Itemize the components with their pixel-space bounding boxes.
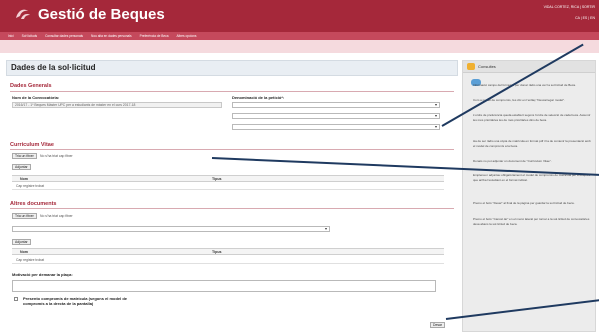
nav-item-personal-data[interactable]: Consultar dades personals: [45, 34, 83, 38]
cv-empty-text: Cap registre trobat: [16, 184, 45, 188]
docs-col-type: Tipus: [212, 250, 222, 254]
denomination-select-3[interactable]: [232, 124, 440, 130]
nav-item-new-personal-data[interactable]: Nou alta en dades personals: [91, 34, 132, 38]
commitment-label: Presento compromís de matrícula (segons …: [23, 296, 128, 307]
save-button[interactable]: Desar: [430, 322, 446, 328]
cv-col-name: Nom: [20, 177, 28, 181]
denomination-select-2[interactable]: [232, 113, 440, 119]
app-header: Gestió de Beques VIDAL CORTEZ, RICA | SO…: [0, 0, 599, 32]
cv-no-file-text: No s'ha triat cap fitxer: [40, 154, 73, 158]
app-title: Gestió de Beques: [38, 6, 165, 23]
section-divider: [10, 149, 454, 150]
call-field: 2016/17 - 1º Beques Màster UPC per a est…: [12, 102, 222, 108]
sidebar-tip: Premo el botó "Cancel·lar" en el menú la…: [473, 217, 590, 226]
section-title-cv: Curriculum Vitae: [10, 142, 54, 148]
cv-col-type: Tipus: [212, 177, 222, 181]
nav-item-other[interactable]: Altres opcions: [177, 34, 197, 38]
section-divider: [10, 208, 454, 209]
cv-table-header: Nom Tipus: [12, 175, 444, 182]
cv-browse-button[interactable]: Tria un fitxer: [12, 153, 37, 159]
sidebar-tip: L'ordre de preferència queda establert s…: [473, 113, 591, 122]
sidebar-tip: Donats no pot adjuntar un document de "C…: [473, 159, 552, 163]
page: Gestió de Beques VIDAL CORTEZ, RICA | SO…: [0, 0, 599, 336]
chevron-down-icon: [435, 126, 437, 128]
docs-no-file-text: No s'ha triat cap fitxer: [40, 214, 73, 218]
header-band: [0, 40, 599, 53]
sidebar-title: Consultes: [478, 64, 496, 69]
help-icon: [467, 63, 475, 70]
docs-empty-text: Cap registre trobat: [16, 258, 45, 262]
sidebar-tip: Premo el botó "Desar" al final de la pàg…: [473, 201, 575, 205]
section-divider: [10, 91, 454, 92]
call-label: Nom de la Convocatòria:: [12, 95, 60, 100]
user-logout-link[interactable]: VIDAL CORTEZ, RICA | SORTIR: [544, 5, 595, 10]
docs-browse-button[interactable]: Tria un fitxer: [12, 213, 37, 219]
sidebar-header: Consultes: [463, 61, 595, 73]
page-title-bar: Dades de la sol·licitud: [6, 60, 458, 76]
sidebar-tip: Ha de ser ràdio una còpia de matrícula e…: [473, 139, 591, 148]
cv-empty-row: Cap registre trobat: [12, 182, 444, 190]
motivation-textarea[interactable]: [12, 280, 436, 292]
docs-attach-button[interactable]: Adjuntar: [12, 239, 31, 245]
motivation-label: Motivació per demanar la plaça:: [12, 272, 73, 277]
language-switch[interactable]: CA | ES | EN: [544, 16, 595, 21]
cv-attach-button[interactable]: Adjuntar: [12, 164, 31, 170]
main-content: Dades de la sol·licitud Dades Generals N…: [6, 60, 458, 336]
commitment-checkbox[interactable]: [14, 297, 18, 301]
chevron-down-icon: [435, 104, 437, 106]
denomination-select-1[interactable]: [232, 102, 440, 108]
section-title-other-docs: Altres documents: [10, 201, 57, 207]
sidebar-tip: Informació campo del formulari per donar…: [473, 83, 576, 87]
user-box: VIDAL CORTEZ, RICA | SORTIR CA | ES | EN: [544, 5, 595, 21]
denomination-label: Denominació de la petició*:: [232, 95, 285, 100]
docs-type-select[interactable]: [12, 226, 330, 232]
main-nav: Inici Sol·licituds Consultar dades perso…: [0, 32, 599, 40]
chevron-down-icon: [325, 228, 327, 230]
section-title-general: Dades Generals: [10, 83, 52, 89]
docs-col-name: Nom: [20, 250, 28, 254]
chevron-down-icon: [435, 115, 437, 117]
docs-table-header: Nom Tipus: [12, 248, 444, 255]
nav-item-home[interactable]: Inici: [8, 34, 14, 38]
logo-icon: [16, 9, 30, 19]
nav-item-requests[interactable]: Sol·licituds: [22, 34, 37, 38]
call-value: 2016/17 - 1º Beques Màster UPC per a est…: [15, 103, 136, 107]
docs-empty-row: Cap registre trobat: [12, 256, 444, 264]
nav-item-preferences[interactable]: Preferència de Beca: [140, 34, 169, 38]
page-title: Dades de la sol·licitud: [11, 63, 96, 72]
